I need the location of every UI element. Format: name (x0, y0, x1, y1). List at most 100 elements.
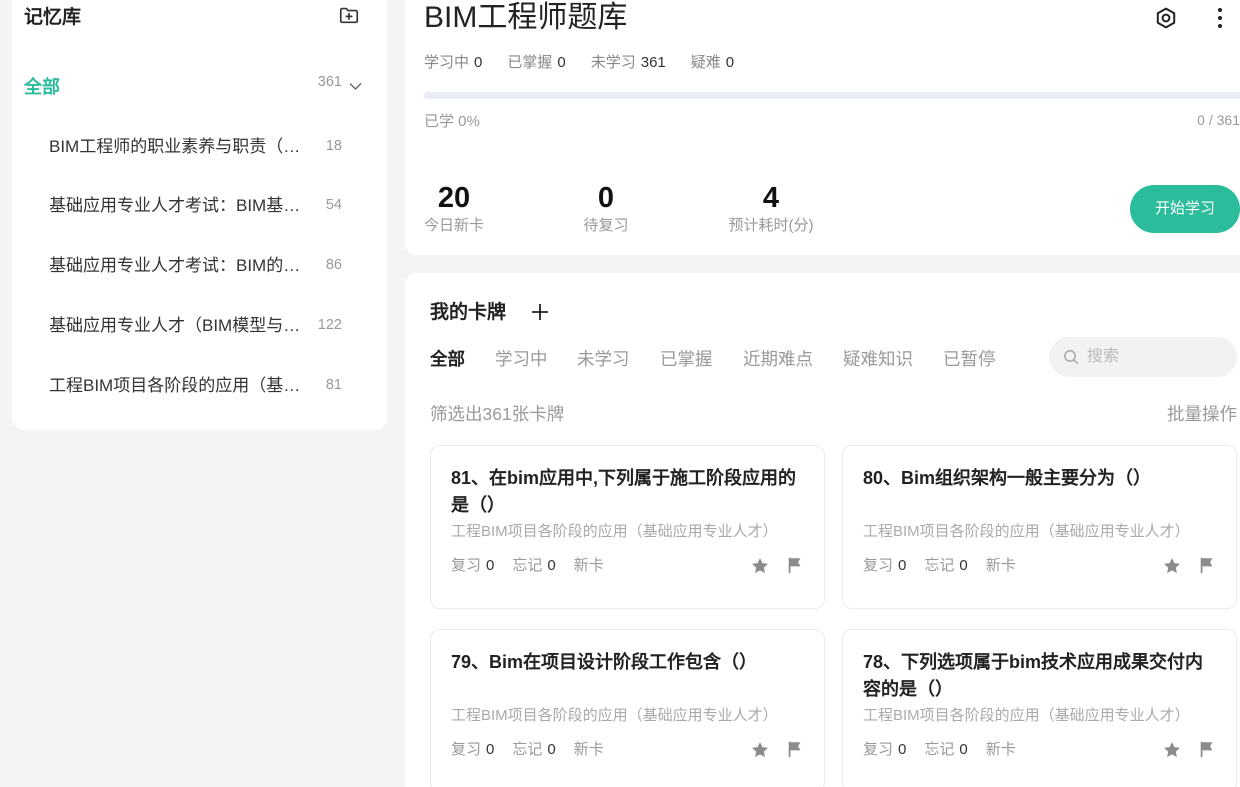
sidebar-item[interactable]: 基础应用专业人才考试：BIM的… 86 (49, 254, 342, 278)
stat-unlearned: 未学习 361 (591, 54, 666, 72)
meta-label: 忘记 (512, 557, 543, 574)
sidebar-all-label: 全部 (24, 77, 60, 97)
search-icon (1063, 349, 1079, 365)
summary-new-cards: 20 今日新卡 (405, 182, 503, 235)
tab-difficult-knowledge[interactable]: 疑难知识 (843, 348, 913, 370)
card-review: 复习 0 (863, 556, 906, 576)
star-icon[interactable] (1162, 740, 1182, 760)
sidebar-title: 记忆库 (24, 7, 82, 28)
summary-estimated-time: 4 预计耗时(分) (711, 182, 831, 235)
sidebar-item-count: 81 (325, 377, 342, 393)
stat-value: 0 (725, 54, 735, 71)
sidebar-item-count: 86 (325, 257, 342, 273)
sidebar-item[interactable]: BIM工程师的职业素养与职责（… 18 (49, 135, 342, 159)
summary-value: 20 (437, 182, 471, 214)
page-title: BIM工程师题库 (424, 1, 628, 34)
card-review: 复习 0 (451, 556, 494, 576)
meta-value: 0 (547, 741, 556, 758)
card-title: 79、Bim在项目设计阶段工作包含（） (451, 652, 758, 672)
meta-label: 复习 (451, 741, 482, 758)
summary-label: 今日新卡 (423, 217, 484, 234)
star-icon[interactable] (750, 556, 770, 576)
flag-icon[interactable] (786, 556, 804, 574)
flashcard[interactable]: 78、下列选项属于bim技术应用成果交付内容的是（） 工程BIM项目各阶段的应用… (842, 629, 1237, 787)
summary-due-review: 0 待复习 (556, 182, 656, 235)
stat-label: 疑难 (690, 54, 721, 71)
meta-value: 0 (547, 557, 556, 574)
flag-icon[interactable] (1198, 556, 1216, 574)
stat-difficult: 疑难 0 (691, 54, 734, 72)
card-category: 工程BIM项目各阶段的应用（基础应用专业人才） (863, 523, 1190, 540)
stat-label: 已掌握 (507, 54, 553, 71)
card-forget: 忘记 0 (924, 740, 967, 760)
card-category: 工程BIM项目各阶段的应用（基础应用专业人才） (451, 523, 778, 540)
stat-value: 0 (557, 54, 566, 71)
progress-count: 0 / 361 (1197, 112, 1240, 128)
card-forget: 忘记 0 (512, 556, 555, 576)
stat-label: 未学习 (590, 54, 636, 71)
meta-value: 0 (959, 741, 968, 758)
card-meta: 复习 0 忘记 0 新卡 (451, 740, 604, 760)
star-icon[interactable] (1162, 556, 1182, 576)
tab-learning[interactable]: 学习中 (495, 348, 548, 370)
sidebar-item[interactable]: 工程BIM项目各阶段的应用（基… 81 (49, 374, 342, 398)
bulk-action-button[interactable]: 批量操作 (1167, 403, 1237, 425)
card-title: 80、Bim组织架构一般主要分为（） (863, 468, 1152, 488)
card-status: 新卡 (573, 741, 604, 758)
sidebar-item-count: 122 (317, 317, 342, 333)
flashcard[interactable]: 81、在bim应用中,下列属于施工阶段应用的是（） 工程BIM项目各阶段的应用（… (430, 445, 825, 609)
more-vertical-icon[interactable] (1215, 7, 1225, 29)
meta-label: 忘记 (924, 557, 955, 574)
card-meta: 复习 0 忘记 0 新卡 (451, 556, 604, 576)
meta-label: 忘记 (512, 741, 543, 758)
stat-value: 361 (640, 54, 666, 71)
sidebar-item-count: 18 (325, 138, 342, 154)
star-icon[interactable] (750, 740, 770, 760)
card-meta: 复习 0 忘记 0 新卡 (863, 556, 1016, 576)
folder-plus-icon[interactable] (338, 4, 360, 26)
flashcard[interactable]: 79、Bim在项目设计阶段工作包含（） 工程BIM项目各阶段的应用（基础应用专业… (430, 629, 825, 787)
settings-icon[interactable] (1154, 6, 1178, 30)
sidebar: 记忆库 全部 361 BIM工程师的职业素养与职责（… 18 基础应用专业人才考… (12, 0, 387, 430)
flashcard[interactable]: 80、Bim组织架构一般主要分为（） 工程BIM项目各阶段的应用（基础应用专业人… (842, 445, 1237, 609)
sidebar-item-label: 基础应用专业人才（BIM模型与… (49, 316, 301, 335)
card-forget: 忘记 0 (512, 740, 555, 760)
meta-label: 复习 (863, 741, 894, 758)
card-meta: 复习 0 忘记 0 新卡 (863, 740, 1016, 760)
chevron-down-icon[interactable] (349, 82, 362, 91)
summary-value: 4 (762, 182, 780, 214)
sidebar-item-label: 基础应用专业人才考试：BIM基… (49, 196, 301, 215)
search-box[interactable] (1049, 337, 1237, 377)
meta-value: 0 (486, 741, 495, 758)
tab-paused[interactable]: 已暂停 (943, 348, 996, 370)
tab-all[interactable]: 全部 (430, 348, 465, 370)
flag-icon[interactable] (1198, 740, 1216, 758)
stat-mastered: 已掌握 0 (507, 54, 565, 72)
plus-icon[interactable] (530, 302, 550, 322)
meta-value: 0 (898, 741, 907, 758)
card-title: 81、在bim应用中,下列属于施工阶段应用的是（） (451, 468, 797, 515)
tab-unlearned[interactable]: 未学习 (577, 348, 630, 370)
card-status: 新卡 (573, 557, 604, 574)
tab-recent-difficult[interactable]: 近期难点 (743, 348, 813, 370)
tab-mastered[interactable]: 已掌握 (660, 348, 713, 370)
sidebar-item-label: BIM工程师的职业素养与职责（… (49, 137, 301, 156)
stat-learning: 学习中 0 (424, 54, 482, 72)
sidebar-item[interactable]: 基础应用专业人才考试：BIM基… 54 (49, 194, 342, 218)
section-title: 我的卡牌 (430, 302, 507, 323)
sidebar-item[interactable]: 基础应用专业人才（BIM模型与… 122 (49, 314, 342, 338)
sidebar-item-all[interactable]: 全部 361 (12, 66, 387, 110)
card-forget: 忘记 0 (924, 556, 967, 576)
summary-label: 预计耗时(分) (728, 217, 814, 234)
meta-label: 复习 (451, 557, 482, 574)
card-review: 复习 0 (863, 740, 906, 760)
card-title: 78、下列选项属于bim技术应用成果交付内容的是（） (863, 652, 1204, 699)
sidebar-all-count: 361 (317, 74, 342, 90)
deck-header: BIM工程师题库 学习中 0 已掌握 0 未学习 361 疑难 0 已学 0% … (405, 0, 1240, 255)
cards-section: 我的卡牌 全部 学习中 未学习 已掌握 近期难点 疑难知识 已暂停 筛选出361… (405, 273, 1240, 787)
meta-label: 忘记 (924, 741, 955, 758)
start-study-button[interactable]: 开始学习 (1130, 185, 1240, 233)
card-status: 新卡 (985, 557, 1016, 574)
search-input[interactable] (1087, 337, 1227, 377)
flag-icon[interactable] (786, 740, 804, 758)
